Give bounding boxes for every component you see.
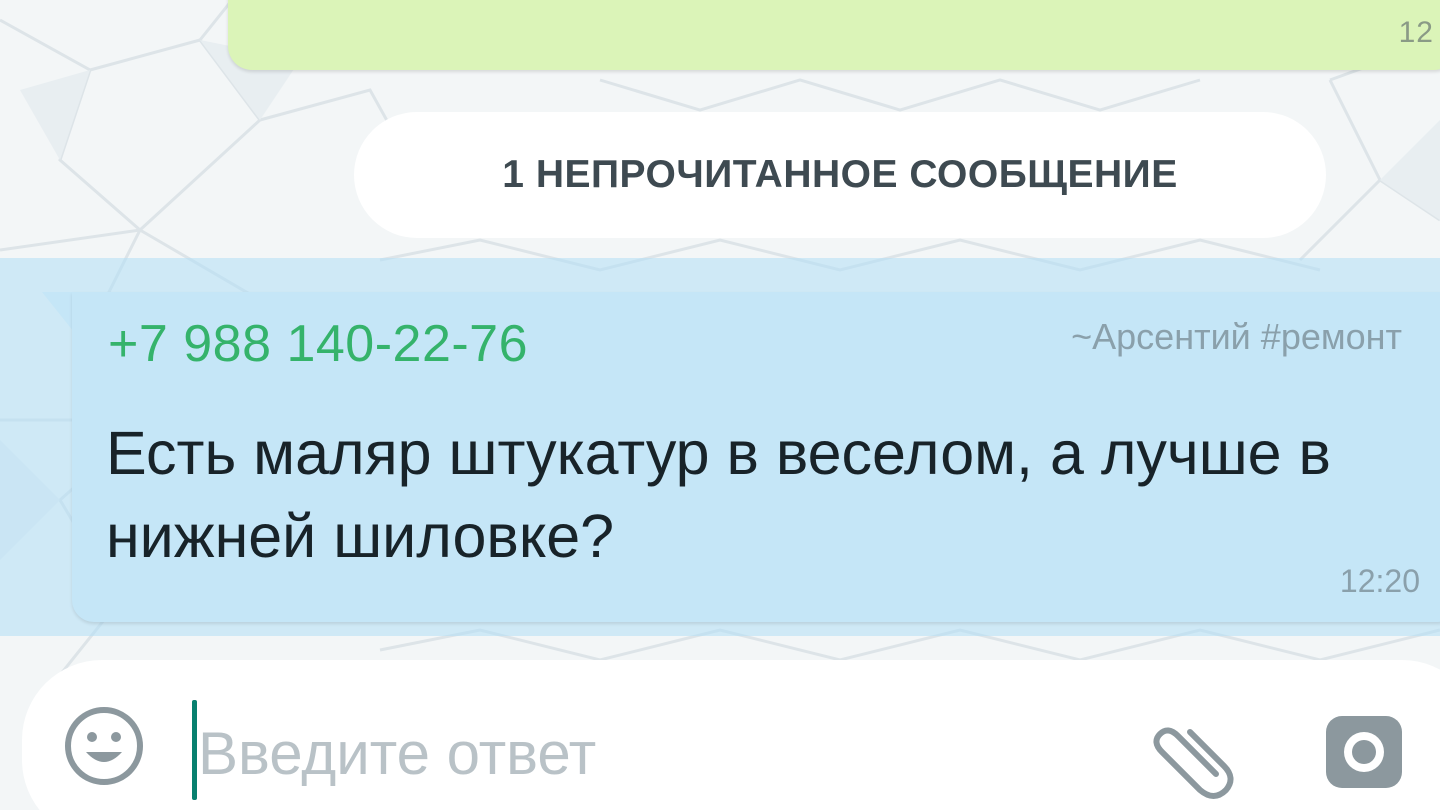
message-text: Есть маляр штукатур в веселом, а лучше в… xyxy=(106,419,1331,570)
unread-messages-divider: 1 НЕПРОЧИТАННОЕ СООБЩЕНИЕ xyxy=(354,112,1326,238)
message-input[interactable] xyxy=(190,698,1078,808)
incoming-message-bubble[interactable]: +7 988 140-22-76 ~Арсентий #ремонт Есть … xyxy=(72,292,1440,622)
sender-phone-link[interactable]: +7 988 140-22-76 xyxy=(108,314,528,374)
message-composer xyxy=(22,660,1440,810)
camera-icon[interactable] xyxy=(1322,710,1406,794)
paperclip-icon[interactable] xyxy=(1138,704,1238,804)
bubble-tail xyxy=(42,292,74,332)
unread-divider-label: 1 НЕПРОЧИТАННОЕ СООБЩЕНИЕ xyxy=(502,153,1178,196)
smiley-icon[interactable] xyxy=(62,704,146,788)
outgoing-message-bubble[interactable]: 12 xyxy=(228,0,1440,70)
sender-push-name: ~Арсентий #ремонт xyxy=(1071,316,1402,357)
message-time: 12 xyxy=(1398,16,1434,49)
message-time: 12:20 xyxy=(1339,563,1420,599)
text-cursor xyxy=(192,700,197,800)
